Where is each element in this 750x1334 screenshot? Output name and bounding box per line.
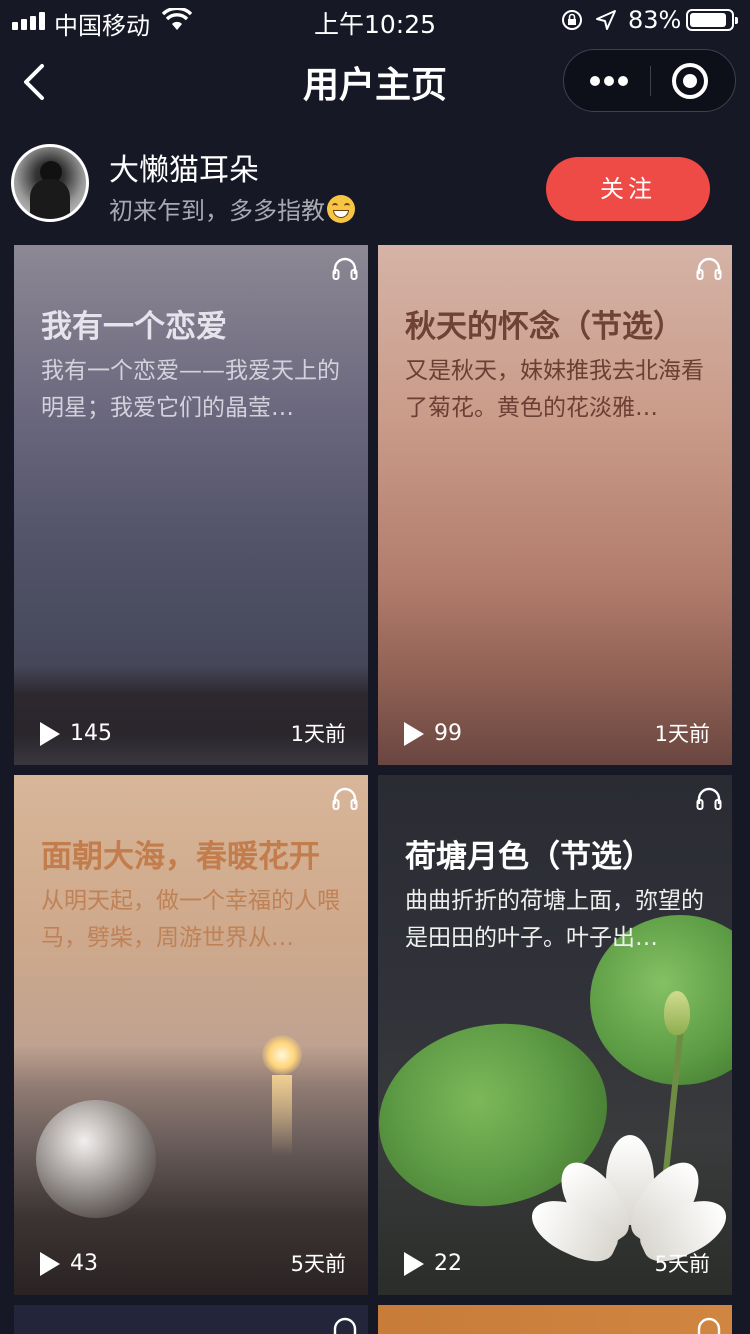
headphones-icon <box>332 787 358 810</box>
post-title: 我有一个恋爱 <box>41 309 227 345</box>
target-icon[interactable] <box>672 63 708 99</box>
post-title: 面朝大海，春暖花开 <box>41 839 320 875</box>
battery-percent: 83% <box>628 6 682 34</box>
capsule-divider <box>650 66 651 96</box>
user-bio-text: 初来乍到，多多指教 <box>109 197 325 225</box>
avatar[interactable] <box>11 144 89 222</box>
user-name: 大懒猫耳朵 <box>109 153 259 188</box>
play-icon <box>404 722 424 746</box>
post-excerpt: 从明天起，做一个幸福的人喂马，劈柴，周游世界从… <box>41 888 340 951</box>
post-card[interactable]: 秋天的怀念（节选） 又是秋天，妹妹推我去北海看了菊花。黄色的花淡雅… 99 1天… <box>378 245 732 765</box>
play-icon <box>40 1252 60 1276</box>
post-title: 荷塘月色（节选） <box>405 839 653 875</box>
follow-button[interactable]: 关注 <box>546 157 710 221</box>
post-excerpt: 曲曲折折的荷塘上面，弥望的是田田的叶子。叶子出… <box>405 888 704 951</box>
headphones-icon <box>697 1317 721 1334</box>
more-dots-icon[interactable] <box>578 60 640 102</box>
play-count: 43 <box>70 1251 98 1276</box>
post-time: 1天前 <box>654 722 710 746</box>
play-count: 22 <box>434 1251 462 1276</box>
mini-program-capsule <box>563 49 736 112</box>
navigation-bar: 用户主页 <box>0 40 750 126</box>
battery-icon <box>686 9 738 31</box>
post-excerpt: 又是秋天，妹妹推我去北海看了菊花。黄色的花淡雅… <box>405 358 704 421</box>
location-arrow-icon <box>596 10 616 30</box>
grinning-face-icon <box>327 194 355 223</box>
headphones-icon <box>332 257 358 280</box>
status-bar: 中国移动 上午10:25 83% <box>0 0 750 40</box>
rotation-lock-icon <box>562 10 582 30</box>
post-card[interactable]: 荷塘月色（节选） 曲曲折折的荷塘上面，弥望的是田田的叶子。叶子出… 22 5天前 <box>378 775 732 1295</box>
post-card[interactable]: 我有一个恋爱 我有一个恋爱——我爱天上的明星；我爱它们的晶莹… 145 1天前 <box>14 245 368 765</box>
post-card[interactable]: 面朝大海，春暖花开 从明天起，做一个幸福的人喂马，劈柴，周游世界从… 43 5天… <box>14 775 368 1295</box>
headphones-icon <box>333 1317 357 1334</box>
user-bio: 初来乍到，多多指教 <box>109 191 355 226</box>
play-icon <box>40 722 60 746</box>
post-time: 5天前 <box>290 1252 346 1276</box>
play-count: 99 <box>434 721 462 746</box>
post-excerpt: 我有一个恋爱——我爱天上的明星；我爱它们的晶莹… <box>41 358 340 421</box>
post-card-partial[interactable] <box>14 1305 368 1334</box>
headphones-icon <box>696 787 722 810</box>
post-card-partial[interactable] <box>378 1305 732 1334</box>
play-icon <box>404 1252 424 1276</box>
post-time: 5天前 <box>654 1252 710 1276</box>
play-count: 145 <box>70 721 112 746</box>
headphones-icon <box>696 257 722 280</box>
post-time: 1天前 <box>290 722 346 746</box>
post-title: 秋天的怀念（节选） <box>405 309 684 345</box>
